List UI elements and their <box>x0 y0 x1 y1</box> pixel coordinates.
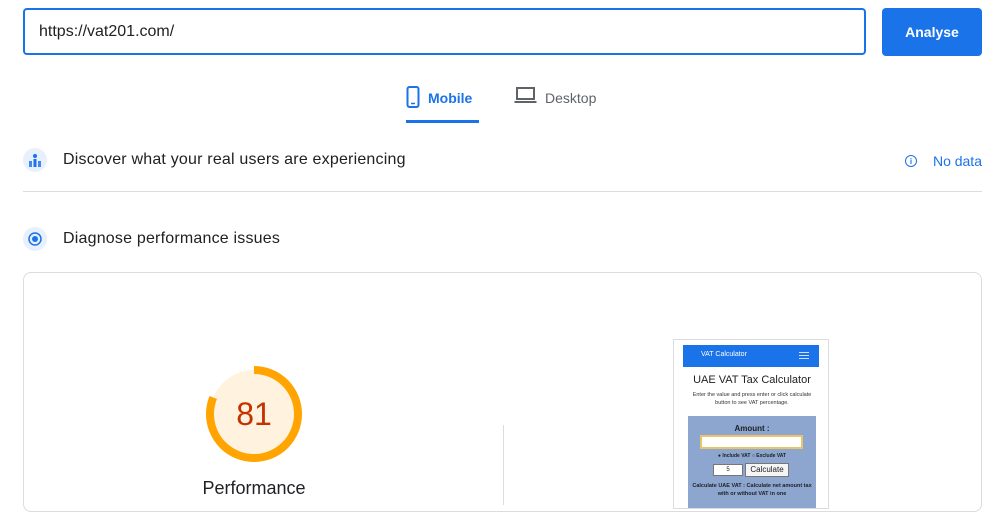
field-data-section: Discover what your real users are experi… <box>23 148 982 172</box>
lab-data-title: Diagnose performance issues <box>63 230 281 247</box>
field-data-title: Discover what your real users are experi… <box>63 151 406 168</box>
tab-desktop-label: Desktop <box>545 90 597 106</box>
screenshot-nav-title: VAT Calculator <box>701 351 747 358</box>
info-icon: i <box>904 155 917 167</box>
screenshot-radio-options: ● Include VAT ○ Exclude VAT <box>717 453 787 459</box>
tab-mobile-label: Mobile <box>428 90 473 106</box>
laptop-icon <box>514 86 537 107</box>
analyse-button[interactable]: Analyse <box>882 8 982 56</box>
screenshot-instructions: Enter the value and press enter or click… <box>692 392 812 406</box>
screenshot-calculate-button: Calculate <box>745 463 789 477</box>
menu-icon <box>799 352 809 361</box>
vertical-divider <box>503 425 504 505</box>
phone-icon <box>406 86 420 111</box>
page-screenshot: VAT Calculator UAE VAT Tax Calculator En… <box>673 339 829 509</box>
screenshot-heading: UAE VAT Tax Calculator <box>693 374 811 386</box>
screenshot-amount-label: Amount : <box>734 424 770 433</box>
performance-label: Performance <box>202 478 306 498</box>
url-input[interactable] <box>23 8 866 55</box>
tab-mobile[interactable]: Mobile <box>406 86 479 123</box>
screenshot-description: Calculate UAE VAT : Calculate net amount… <box>692 483 812 497</box>
no-data-link[interactable]: i No data <box>904 153 982 169</box>
performance-score: 81 <box>236 395 272 432</box>
lighthouse-icon <box>23 227 47 251</box>
screenshot-amount-input <box>700 435 803 449</box>
screenshot-navbar: VAT Calculator <box>683 345 819 367</box>
tab-desktop[interactable]: Desktop <box>514 86 596 123</box>
screenshot-rate-input: 5 <box>713 464 743 476</box>
divider <box>23 191 982 192</box>
no-data-label: No data <box>932 153 982 169</box>
lab-data-section: Diagnose performance issues <box>23 227 982 251</box>
users-icon <box>23 148 47 172</box>
screenshot-form: Amount : ● Include VAT ○ Exclude VAT 5 C… <box>688 416 816 508</box>
